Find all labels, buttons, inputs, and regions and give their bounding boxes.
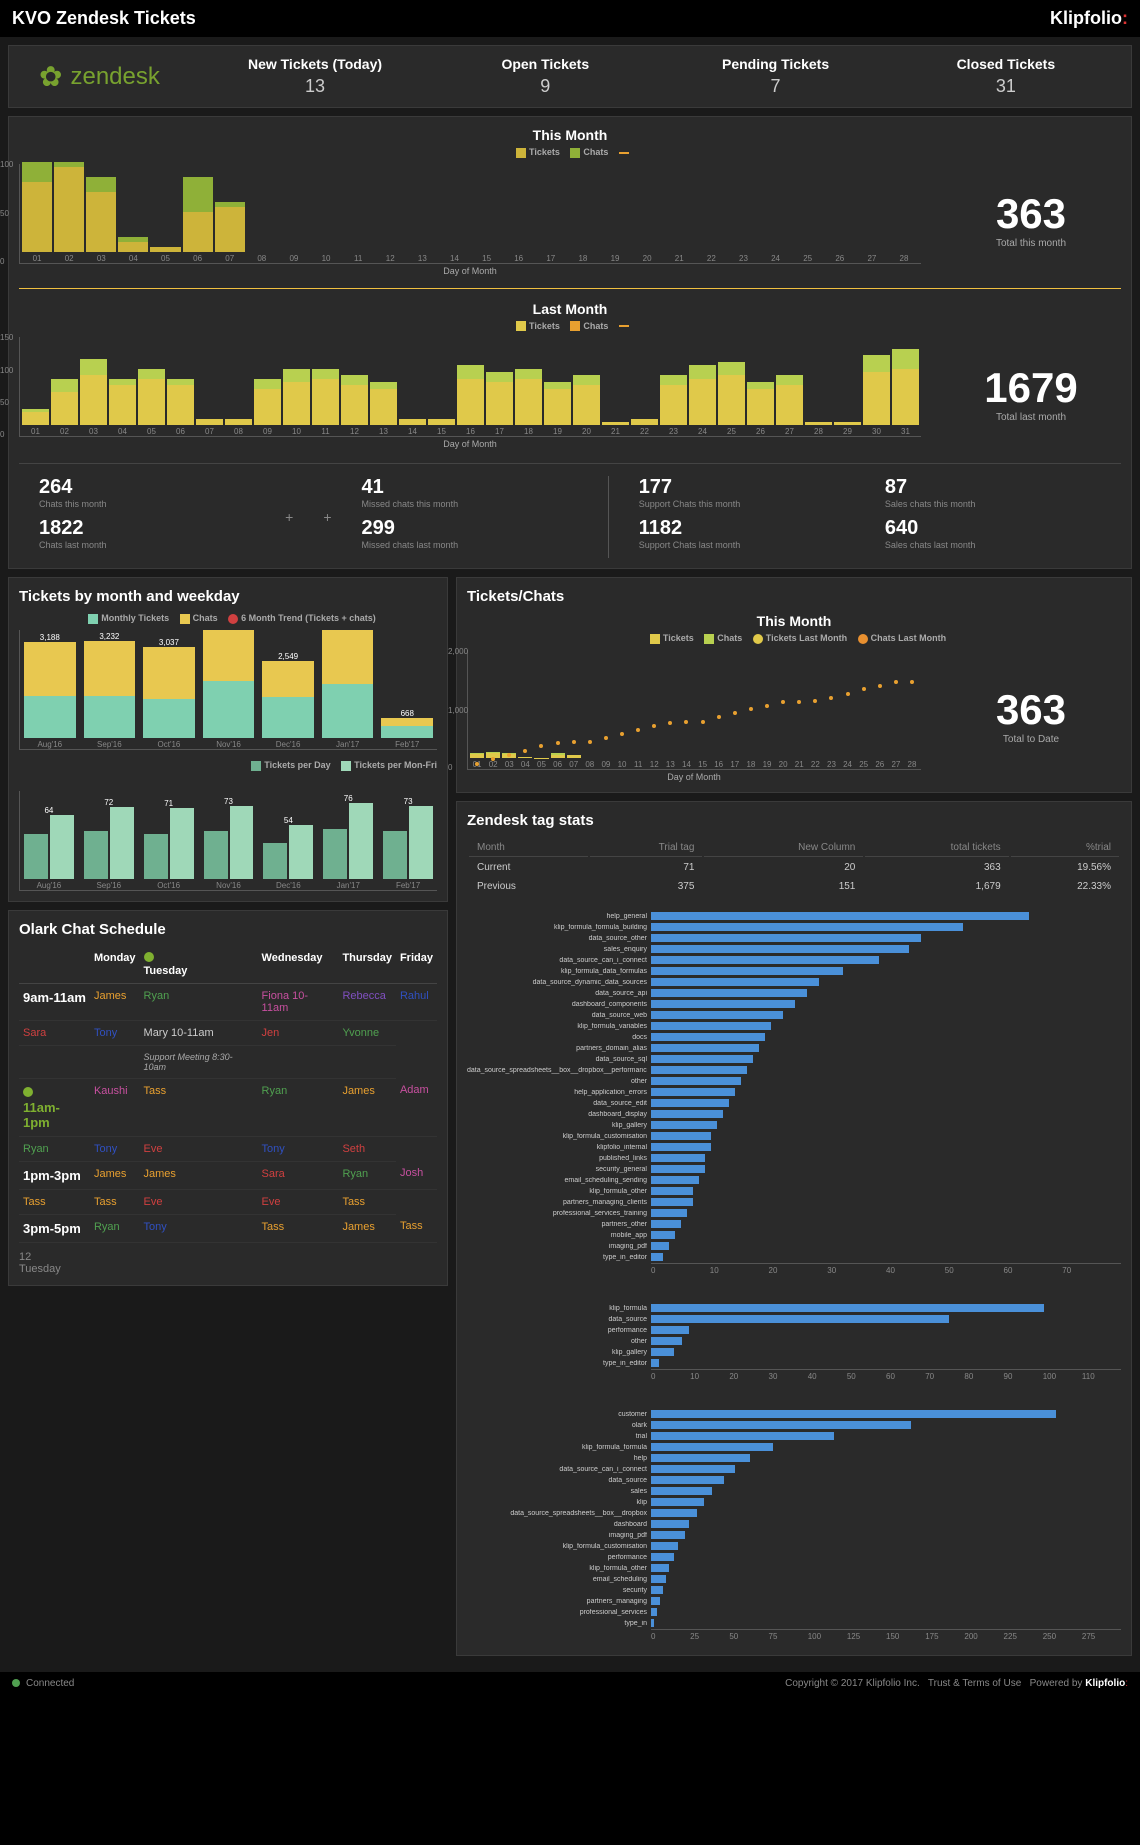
zendesk-logo: ✿ zendesk bbox=[19, 60, 180, 93]
tag-stats-table: MonthTrial tagNew Columntotal tickets%tr… bbox=[467, 837, 1121, 897]
tickets-weekday-panel: Tickets by month and weekday Monthly Tic… bbox=[8, 577, 448, 901]
app-header: KVO Zendesk Tickets Klipfolio: bbox=[0, 0, 1140, 37]
this-month-title: This Month bbox=[19, 127, 1121, 143]
monthly-tickets-chart: 3,188Aug'163,232Sep'163,037Oct'16Nov'162… bbox=[19, 630, 437, 750]
this-month-legend: Tickets Chats bbox=[19, 147, 1121, 158]
terms-link[interactable]: Trust & Terms of Use bbox=[928, 1678, 1021, 1689]
connected-icon bbox=[12, 1679, 20, 1687]
zendesk-icon: ✿ bbox=[39, 60, 62, 93]
tag-bars-chart-1: help_generalklip_formula_formula_buildin… bbox=[467, 907, 1121, 1279]
last-month-chart: 150 100 50 0 010203040506070809101112131… bbox=[19, 337, 921, 437]
tag-bars-chart-2: klip_formuladata_sourceperformanceotherk… bbox=[467, 1299, 1121, 1385]
schedule-panel: Olark Chat Schedule MondayTuesdayWednesd… bbox=[8, 910, 448, 1286]
chat-stats-grid: 264Chats this month1822Chats last month+… bbox=[19, 476, 1121, 558]
last-month-total: 1679 Total last month bbox=[941, 364, 1121, 423]
this-month-chart: 100 50 0 0102030405060708091011121314151… bbox=[19, 164, 921, 264]
tickets-chats-chart: 2,000 1,000 0 01020304050607080910111213… bbox=[467, 650, 921, 770]
monthly-charts-panel: This Month Tickets Chats 100 50 0 010203… bbox=[8, 116, 1132, 569]
this-month-total: 363 Total this month bbox=[941, 190, 1121, 249]
metric: New Tickets (Today)13 bbox=[200, 56, 430, 97]
tag-stats-panel: Zendesk tag stats MonthTrial tagNew Colu… bbox=[456, 801, 1132, 1656]
tickets-chats-total: 363 Total to Date bbox=[941, 686, 1121, 745]
top-metrics-panel: ✿ zendesk New Tickets (Today)13Open Tick… bbox=[8, 45, 1132, 108]
metric: Pending Tickets7 bbox=[660, 56, 890, 97]
schedule-table: MondayTuesdayWednesdayThursdayFriday9am-… bbox=[19, 946, 437, 1243]
metric: Closed Tickets31 bbox=[891, 56, 1121, 97]
tag-bars-chart-3: customerolarktrialklip_formula_formulahe… bbox=[467, 1405, 1121, 1645]
tickets-per-day-chart: 64Aug'1672Sep'1671Oct'1673Nov'1654Dec'16… bbox=[19, 791, 437, 891]
page-title: KVO Zendesk Tickets bbox=[12, 8, 196, 29]
connection-status: Connected bbox=[12, 1678, 74, 1689]
footer: Connected Copyright © 2017 Klipfolio Inc… bbox=[0, 1672, 1140, 1695]
metric: Open Tickets9 bbox=[430, 56, 660, 97]
tickets-chats-panel: Tickets/Chats This Month Tickets Chats T… bbox=[456, 577, 1132, 793]
last-month-legend: Tickets Chats bbox=[19, 321, 1121, 332]
brand-logo: Klipfolio: bbox=[1050, 8, 1128, 29]
last-month-title: Last Month bbox=[19, 301, 1121, 317]
